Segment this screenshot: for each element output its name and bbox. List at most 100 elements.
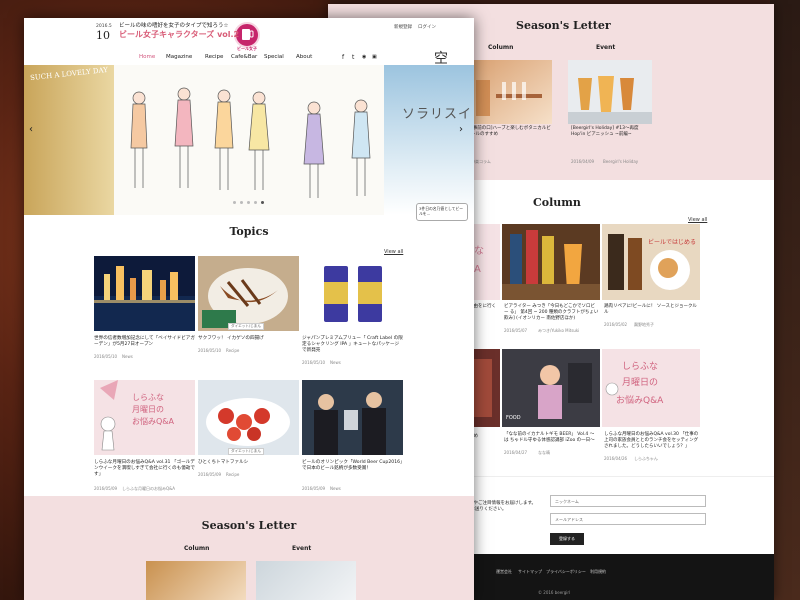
column-meta-6: しらふちゃん xyxy=(634,456,658,461)
slider-dot-4[interactable] xyxy=(254,201,257,204)
front-page: 2016.5 10 ビール女子 新規登録 ログイン Home Magazine … xyxy=(24,18,474,600)
topics-view-all-link[interactable]: View all xyxy=(384,249,403,255)
front-season-image-2[interactable] xyxy=(256,561,356,600)
topic-title-6[interactable]: ビールのオリンピック「World Beer Cup2016」で日本のビール銘柄が… xyxy=(302,460,403,472)
signup-link[interactable]: 新規登録 xyxy=(394,24,412,30)
column-view-all-link[interactable]: View all xyxy=(688,217,707,223)
column-meta-3: 醤野地秀子 xyxy=(634,322,654,327)
topic-tag-2: ダイエット/じまん xyxy=(228,323,264,330)
topic-image-6[interactable] xyxy=(302,380,403,455)
column-section-title: Column xyxy=(533,196,581,209)
column-meta-5: なな晴 xyxy=(538,450,550,455)
hero-prev-slide[interactable] xyxy=(24,65,114,215)
season-card-image-2[interactable] xyxy=(568,60,652,124)
season-card-title-1[interactable]: [事前の口]ハーブと楽しむボタニカルビールのすすめ xyxy=(471,126,553,138)
nav-recipe[interactable]: Recipe xyxy=(205,54,223,60)
topic-date-4: 2016/05/09 xyxy=(94,486,118,491)
hero-prev-arrow[interactable]: ‹ xyxy=(29,124,33,135)
column-title-3[interactable]: 鶏肉リペアに!ビールに！ ソースとジョークルル xyxy=(604,304,699,316)
email-field[interactable]: メールアドレス xyxy=(550,513,706,525)
front-season-letter-title: Season's Letter xyxy=(201,519,297,532)
season-card-title-2[interactable]: [Beergirl's Holiday] #13〜再度 Hop'in ビアニッシ… xyxy=(571,126,653,138)
topic-title-1[interactable]: 世界の信者数増加記念にして「ベイサイドビアガーデン」が5月27日オープン xyxy=(94,336,195,348)
rss-icon[interactable]: ◉ xyxy=(362,54,366,60)
footer-link-sitemap[interactable]: サイトマップ xyxy=(518,569,542,575)
nickname-field[interactable]: ニックネーム xyxy=(550,495,706,507)
slider-dot-1[interactable] xyxy=(233,201,236,204)
column-title-5[interactable]: 「なな前のイカナルトギモ BEER」 Vol.4 ～ は ちゃドル守ゆる体感認識… xyxy=(504,432,599,444)
facebook-icon[interactable]: f xyxy=(342,54,344,61)
topic-date-5: 2016/05/09 xyxy=(198,472,222,477)
instagram-icon[interactable]: ▣ xyxy=(372,54,377,60)
nav-home[interactable]: Home xyxy=(139,54,155,60)
footer-link-terms[interactable]: 利用規約 xyxy=(590,569,606,575)
season-card-meta-2: Beergirl's Holiday xyxy=(603,159,639,164)
subscribe-button[interactable]: 登録する xyxy=(550,533,584,545)
column-image-6[interactable]: しらふな 月曜日の お悩みQ&A xyxy=(602,349,700,427)
slider-dot-2[interactable] xyxy=(240,201,243,204)
topic-image-5[interactable] xyxy=(198,380,299,455)
hero-kicker: ビールの味の嗜好を女子のタイプで知ろう☆ xyxy=(119,23,229,29)
front-season-image-1[interactable] xyxy=(146,561,246,600)
topic-category-6[interactable]: News xyxy=(330,486,341,491)
slider-dot-3[interactable] xyxy=(247,201,250,204)
hero-next-slide[interactable] xyxy=(384,65,474,215)
login-link[interactable]: ログイン xyxy=(418,24,436,30)
topic-date-1: 2016/05/10 xyxy=(94,354,118,359)
topic-image-3[interactable] xyxy=(302,256,403,331)
season-card-image-1[interactable] xyxy=(468,60,552,124)
topic-category-4[interactable]: しらふな月曜日のお悩みQ&A xyxy=(122,486,175,492)
column-date-2: 2016/05/07 xyxy=(504,328,528,333)
topic-image-1[interactable] xyxy=(94,256,195,331)
topic-title-5[interactable]: ひとくちトマトファルシ xyxy=(198,460,299,466)
column-image-5[interactable]: FOOD xyxy=(502,349,600,427)
character-illustrations xyxy=(130,87,371,198)
hero-next-arrow[interactable]: › xyxy=(459,124,463,135)
nav-about[interactable]: About xyxy=(296,54,312,60)
qa-line-3: お悩みQ&A xyxy=(132,417,175,426)
front-event-heading: Event xyxy=(292,545,312,552)
footer-link-company[interactable]: 運営会社 xyxy=(496,569,512,575)
column-date-6: 2016/04/26 xyxy=(604,456,628,461)
nav-magazine[interactable]: Magazine xyxy=(166,54,192,60)
column-heading: Column xyxy=(488,44,514,51)
hero-right-text: ソラリスイ xyxy=(402,107,473,122)
topic-date-2: 2016/05/10 xyxy=(198,348,222,353)
topic-image-4[interactable]: しらふな 月曜日の お悩みQ&A xyxy=(94,380,195,455)
slider-dot-5[interactable] xyxy=(261,201,264,204)
topic-category-1[interactable]: News xyxy=(122,354,133,359)
season-card-date-2: 2016/04/09 xyxy=(571,159,595,164)
date-day: 10 xyxy=(96,29,110,42)
topic-title-3[interactable]: ジャパンプレミアムブリュー「 Craft Label の限定るシャクリング IP… xyxy=(302,336,403,354)
event-heading: Event xyxy=(596,44,616,51)
column-title-2[interactable]: ビアライター みつき「今日もどこかでソロビー る」 第4回 ~ 200 種類のク… xyxy=(504,304,599,322)
nav-special[interactable]: Special xyxy=(264,54,284,60)
background-right xyxy=(770,0,800,600)
column-title-6[interactable]: しらふな月曜日のお悩みQ&A vol.30 「仕事の上司の家族会員ととのランチ会… xyxy=(604,432,699,450)
topic-category-5[interactable]: Recipe xyxy=(226,472,239,477)
topic-title-2[interactable]: サクフワッ！ イカゲソの四揚げ xyxy=(198,336,299,342)
topic-image-2[interactable] xyxy=(198,256,299,331)
topic-tag-5: ダイエット/じまん xyxy=(228,448,264,455)
topic-date-6: 2016/05/09 xyxy=(302,486,326,491)
qa-line-2: 月曜日の xyxy=(132,405,164,414)
topic-title-4[interactable]: しらふな月曜日のお悩みQ&A vol.31 「ゴールデンウイークを満喫しすぎて会… xyxy=(94,460,195,478)
front-season-letter-band xyxy=(24,496,474,600)
tooltip: 3件日の名乃値としてビールを… xyxy=(416,203,468,221)
nav-cafebar[interactable]: Cafe&Bar xyxy=(231,54,257,60)
svg-text:FOOD: FOOD xyxy=(506,415,521,421)
site-logo-text: ビール女子 xyxy=(237,46,257,51)
svg-text:A: A xyxy=(474,264,481,275)
footer-link-privacy[interactable]: プライバシーポリシー xyxy=(546,569,586,575)
topic-category-2[interactable]: Recipe xyxy=(226,348,239,353)
column-image-2[interactable] xyxy=(502,224,600,300)
column-date-5: 2016/04/27 xyxy=(504,450,528,455)
svg-text:お悩みQ&A: お悩みQ&A xyxy=(616,394,664,406)
twitter-icon[interactable]: t xyxy=(352,54,354,61)
hero-title: ビール女子キャラクターズ vol.2 xyxy=(119,30,240,39)
front-column-heading: Column xyxy=(184,545,210,552)
svg-text:ビールではじめる: ビールではじめる xyxy=(648,238,696,246)
topic-category-3[interactable]: News xyxy=(330,360,341,365)
svg-text:しらふな: しらふな xyxy=(622,361,658,372)
column-image-3[interactable]: ビールではじめる xyxy=(602,224,700,300)
